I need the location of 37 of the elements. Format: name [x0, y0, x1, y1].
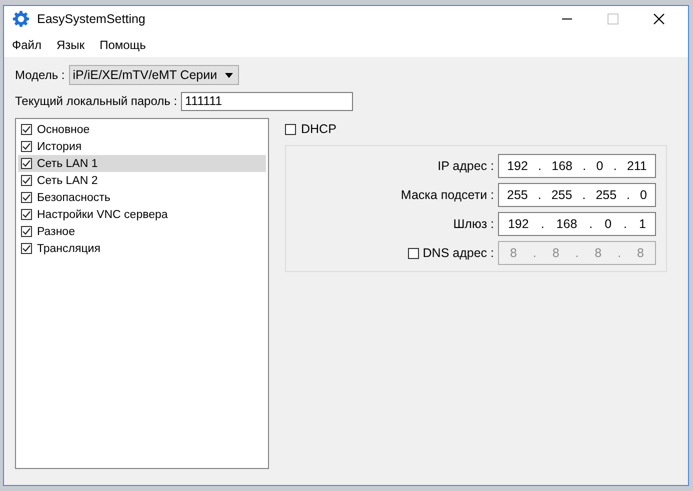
checkbox[interactable]	[21, 192, 32, 203]
checkbox[interactable]	[21, 243, 32, 254]
section-item[interactable]: Трансляция	[18, 240, 266, 257]
section-item[interactable]: Настройки VNC сервера	[18, 206, 266, 223]
password-field[interactable]: 111111	[181, 92, 354, 110]
dhcp-checkbox[interactable]	[285, 124, 296, 134]
section-item[interactable]: Основное	[18, 121, 266, 138]
model-dropdown[interactable]: iP/iE/XE/mTV/eMT Серии	[68, 65, 240, 85]
ip-address-field[interactable]: 192 . 168 . 0 . 1	[498, 212, 656, 236]
address-label: Маска подсети :	[400, 188, 494, 202]
window-title: EasySystemSetting	[37, 12, 146, 26]
maximize-icon	[607, 13, 619, 25]
address-label: DNS адрес :	[422, 246, 494, 260]
section-item[interactable]: История	[18, 138, 266, 155]
address-label: Шлюз :	[453, 217, 494, 231]
section-item[interactable]: Разное	[18, 223, 266, 240]
checkbox[interactable]	[21, 124, 32, 135]
checkbox[interactable]	[21, 158, 32, 169]
ip-address-field[interactable]: 192 . 168 . 0 . 211	[498, 154, 656, 178]
address-label: IP адрес :	[438, 159, 494, 173]
close-icon[interactable]	[653, 13, 665, 25]
gear-icon	[12, 10, 30, 28]
section-item[interactable]: Безопасность	[18, 189, 266, 206]
section-item[interactable]: Сеть LAN 2	[18, 172, 266, 189]
checkbox[interactable]	[21, 141, 32, 152]
section-item[interactable]: Сеть LAN 1	[18, 155, 266, 172]
checkbox[interactable]	[21, 226, 32, 237]
model-label: Модель :	[15, 68, 65, 82]
menu-item[interactable]: Файл	[12, 38, 42, 52]
dhcp-label: DHCP	[301, 122, 336, 136]
password-label: Текущий локальный пароль :	[15, 94, 178, 108]
ip-address-field[interactable]: 255 . 255 . 255 . 0	[498, 183, 656, 207]
checkbox[interactable]	[21, 175, 32, 186]
dropdown-arrow-icon	[225, 72, 234, 78]
checkbox[interactable]	[21, 209, 32, 220]
menu-item[interactable]: Помощь	[100, 38, 146, 52]
menu-item[interactable]: Язык	[56, 38, 85, 52]
